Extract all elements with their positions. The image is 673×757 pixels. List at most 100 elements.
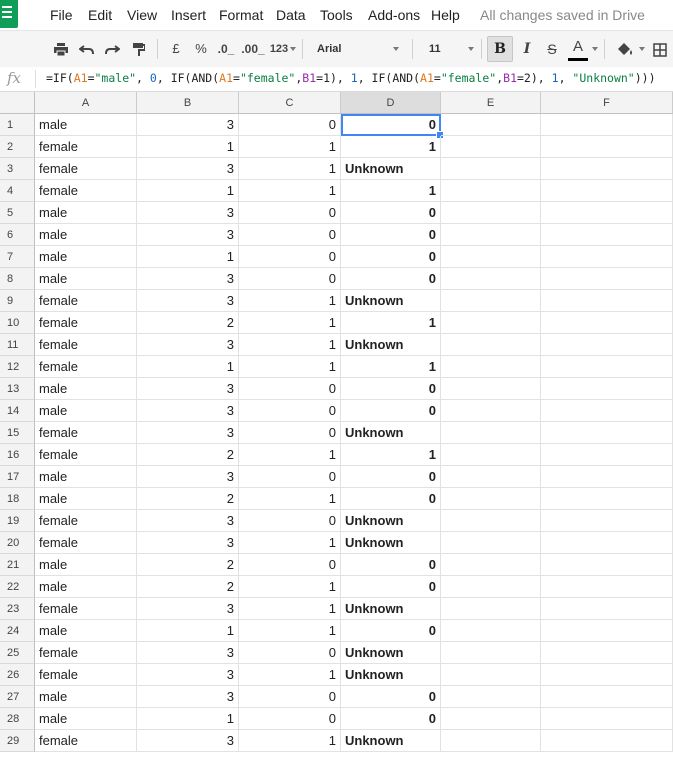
cell-d20[interactable]: Unknown [341, 532, 441, 554]
row-header[interactable]: 15 [0, 422, 35, 444]
cell-a7[interactable]: male [35, 246, 137, 268]
formula-input[interactable]: =IF(A1="male", 0, IF(AND(A1="female",B1=… [46, 71, 656, 85]
cell-b19[interactable]: 3 [137, 510, 239, 532]
row-header[interactable]: 24 [0, 620, 35, 642]
cell-f21[interactable] [541, 554, 673, 576]
cell-f20[interactable] [541, 532, 673, 554]
cell-e9[interactable] [441, 290, 541, 312]
cell-e21[interactable] [441, 554, 541, 576]
cell-d22[interactable]: 0 [341, 576, 441, 598]
cell-c12[interactable]: 1 [239, 356, 341, 378]
row-header[interactable]: 28 [0, 708, 35, 730]
row-header[interactable]: 2 [0, 136, 35, 158]
decrease-decimals-button[interactable]: .0_ [215, 31, 237, 67]
cell-e25[interactable] [441, 642, 541, 664]
cell-e2[interactable] [441, 136, 541, 158]
cell-e26[interactable] [441, 664, 541, 686]
cell-e27[interactable] [441, 686, 541, 708]
cell-b20[interactable]: 3 [137, 532, 239, 554]
cell-c15[interactable]: 0 [239, 422, 341, 444]
cell-c13[interactable]: 0 [239, 378, 341, 400]
cell-e22[interactable] [441, 576, 541, 598]
borders-button[interactable] [650, 31, 670, 67]
cell-b29[interactable]: 3 [137, 730, 239, 752]
row-header[interactable]: 6 [0, 224, 35, 246]
cell-f22[interactable] [541, 576, 673, 598]
sheets-logo-icon[interactable] [0, 0, 18, 28]
cell-a29[interactable]: female [35, 730, 137, 752]
cell-d17[interactable]: 0 [341, 466, 441, 488]
font-size-select[interactable]: 11 [429, 31, 441, 67]
cell-d25[interactable]: Unknown [341, 642, 441, 664]
cell-b11[interactable]: 3 [137, 334, 239, 356]
cell-e17[interactable] [441, 466, 541, 488]
cell-b8[interactable]: 3 [137, 268, 239, 290]
cell-a27[interactable]: male [35, 686, 137, 708]
cell-e11[interactable] [441, 334, 541, 356]
cell-e23[interactable] [441, 598, 541, 620]
cell-d24[interactable]: 0 [341, 620, 441, 642]
cell-b12[interactable]: 1 [137, 356, 239, 378]
cell-f14[interactable] [541, 400, 673, 422]
cell-a3[interactable]: female [35, 158, 137, 180]
menu-data[interactable]: Data [276, 7, 306, 23]
cell-c7[interactable]: 0 [239, 246, 341, 268]
cell-c14[interactable]: 0 [239, 400, 341, 422]
cell-c19[interactable]: 0 [239, 510, 341, 532]
row-header[interactable]: 3 [0, 158, 35, 180]
cell-b1[interactable]: 3 [137, 114, 239, 136]
cell-c10[interactable]: 1 [239, 312, 341, 334]
cell-f17[interactable] [541, 466, 673, 488]
cell-a18[interactable]: male [35, 488, 137, 510]
cell-b5[interactable]: 3 [137, 202, 239, 224]
paint-format-button[interactable] [128, 31, 150, 67]
select-all-corner[interactable] [0, 92, 35, 114]
cell-a2[interactable]: female [35, 136, 137, 158]
column-header-c[interactable]: C [239, 92, 341, 114]
fill-color-button[interactable] [614, 31, 636, 67]
cell-f8[interactable] [541, 268, 673, 290]
cell-b26[interactable]: 3 [137, 664, 239, 686]
cell-d29[interactable]: Unknown [341, 730, 441, 752]
increase-decimals-button[interactable]: .00_ [240, 31, 266, 67]
cell-d3[interactable]: Unknown [341, 158, 441, 180]
cell-e29[interactable] [441, 730, 541, 752]
cell-e8[interactable] [441, 268, 541, 290]
cell-f11[interactable] [541, 334, 673, 356]
cell-c26[interactable]: 1 [239, 664, 341, 686]
menu-view[interactable]: View [127, 7, 157, 23]
cell-c24[interactable]: 1 [239, 620, 341, 642]
cell-c28[interactable]: 0 [239, 708, 341, 730]
cell-a10[interactable]: female [35, 312, 137, 334]
cell-d8[interactable]: 0 [341, 268, 441, 290]
cell-f15[interactable] [541, 422, 673, 444]
cell-b13[interactable]: 3 [137, 378, 239, 400]
cell-c23[interactable]: 1 [239, 598, 341, 620]
cell-a12[interactable]: female [35, 356, 137, 378]
undo-button[interactable] [75, 31, 97, 67]
menu-tools[interactable]: Tools [320, 7, 353, 23]
row-header[interactable]: 9 [0, 290, 35, 312]
cell-a6[interactable]: male [35, 224, 137, 246]
cell-e1[interactable] [441, 114, 541, 136]
cell-f10[interactable] [541, 312, 673, 334]
cell-b25[interactable]: 3 [137, 642, 239, 664]
cell-c29[interactable]: 1 [239, 730, 341, 752]
row-header[interactable]: 19 [0, 510, 35, 532]
cell-d26[interactable]: Unknown [341, 664, 441, 686]
cell-f12[interactable] [541, 356, 673, 378]
menu-file[interactable]: File [50, 7, 73, 23]
column-header-f[interactable]: F [541, 92, 673, 114]
menu-insert[interactable]: Insert [171, 7, 206, 23]
cell-c4[interactable]: 1 [239, 180, 341, 202]
cell-c3[interactable]: 1 [239, 158, 341, 180]
cell-c17[interactable]: 0 [239, 466, 341, 488]
cell-d11[interactable]: Unknown [341, 334, 441, 356]
cell-d5[interactable]: 0 [341, 202, 441, 224]
cell-a8[interactable]: male [35, 268, 137, 290]
currency-format-button[interactable]: £ [168, 31, 184, 67]
row-header[interactable]: 4 [0, 180, 35, 202]
cell-a26[interactable]: female [35, 664, 137, 686]
italic-button[interactable]: I [518, 31, 536, 67]
cell-d2[interactable]: 1 [341, 136, 441, 158]
